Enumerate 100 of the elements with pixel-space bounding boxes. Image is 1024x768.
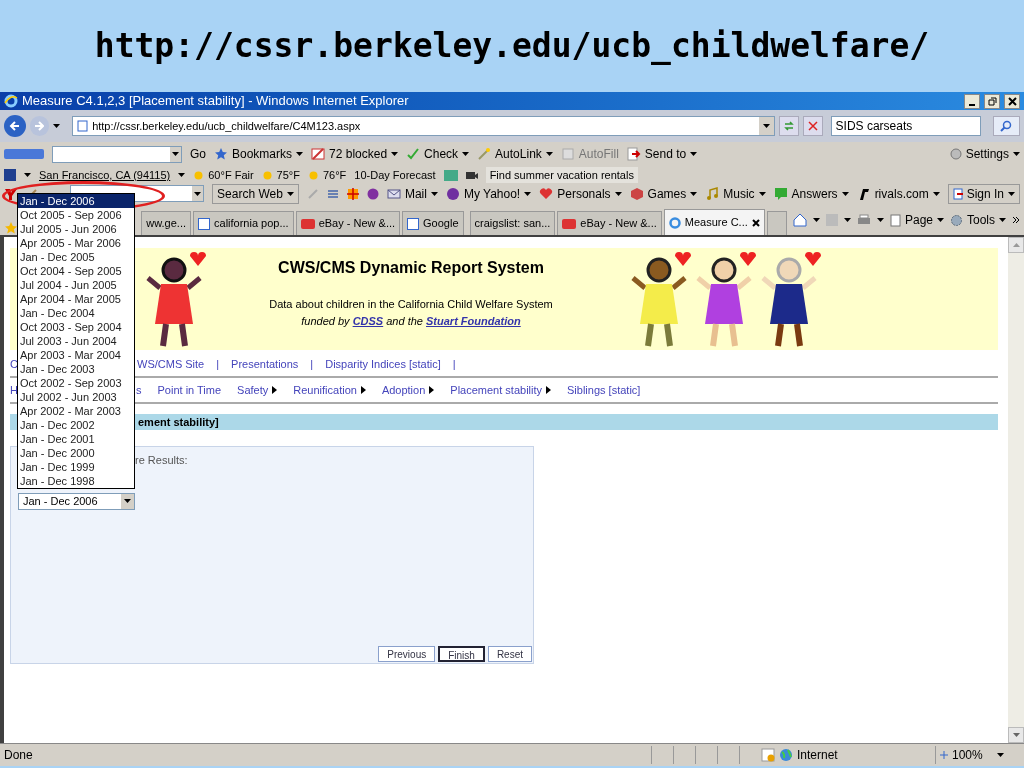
caret-icon xyxy=(690,152,698,156)
dropdown-option[interactable]: Oct 2003 - Sep 2004 xyxy=(18,320,134,334)
toolbar-button[interactable]: My Yahoo! xyxy=(445,184,532,203)
toolbar-button[interactable]: 72 blocked xyxy=(311,145,399,163)
scrollbar[interactable] xyxy=(1008,237,1024,743)
dropdown-option[interactable]: Jul 2004 - Jun 2005 xyxy=(18,278,134,292)
toolbar-button[interactable]: Personals xyxy=(539,184,622,203)
nav-link[interactable]: Placement stability xyxy=(450,381,552,399)
dropdown-option[interactable]: Apr 2004 - Mar 2005 xyxy=(18,292,134,306)
close-icon xyxy=(751,218,760,227)
speech-bubble-icon xyxy=(773,186,788,201)
promo-link[interactable]: Find summer vacation rentals xyxy=(485,166,638,184)
nav-link[interactable]: WS/CMS Site xyxy=(137,355,205,373)
toolbar-button[interactable]: Mail xyxy=(386,184,438,203)
toolbar-button[interactable]: Go xyxy=(190,145,206,163)
dropdown-option[interactable]: Jan - Dec 1998 xyxy=(18,474,134,488)
nav-link[interactable]: Point in Time xyxy=(157,381,222,399)
funder-link[interactable]: Stuart Foundation xyxy=(426,314,521,327)
dropdown-option[interactable]: Jan - Dec 2001 xyxy=(18,432,134,446)
stop-button[interactable] xyxy=(802,116,823,136)
browser-tab[interactable]: craigslist: san... xyxy=(469,211,556,235)
browser-tab[interactable]: eBay - New &... xyxy=(295,211,401,235)
door-icon xyxy=(952,187,963,200)
caret-icon xyxy=(690,191,698,196)
nav-link[interactable]: Siblings [static] xyxy=(567,381,641,399)
dropdown-option[interactable]: Jul 2002 - Jun 2003 xyxy=(18,390,134,404)
dropdown-option[interactable]: Apr 2003 - Mar 2004 xyxy=(18,348,134,362)
browser-tab[interactable]: eBay - New &... xyxy=(557,211,662,235)
zoom-button[interactable]: 100% xyxy=(935,746,997,764)
dropdown-option[interactable]: Jan - Dec 2000 xyxy=(18,446,134,460)
browser-tab[interactable]: ww.ge... xyxy=(141,211,192,235)
search-icon xyxy=(1000,120,1013,132)
dropdown-option[interactable]: Apr 2005 - Mar 2006 xyxy=(18,236,134,250)
dropdown-option[interactable]: Oct 2004 - Sep 2005 xyxy=(18,264,134,278)
nav-link[interactable]: s xyxy=(136,381,142,399)
close-icon xyxy=(1007,96,1017,106)
nav-link[interactable]: Adoption xyxy=(381,381,435,399)
command-button[interactable]: Tools xyxy=(950,211,1006,229)
browser-tab[interactable]: california pop... xyxy=(193,211,294,235)
nav-link[interactable]: Safety xyxy=(237,381,278,399)
nav-separator: | xyxy=(452,356,456,372)
weather-button[interactable]: 75°F xyxy=(261,166,300,184)
nav-link[interactable]: Disparity Indices [static] xyxy=(325,355,441,373)
caret-icon xyxy=(763,124,771,128)
toolbar-button[interactable]: Music xyxy=(705,184,766,203)
browser-tab[interactable]: Measure C... xyxy=(663,209,765,235)
heart-icon xyxy=(539,186,554,201)
nav-link[interactable]: Reunification xyxy=(293,381,366,399)
close-button[interactable] xyxy=(1004,93,1020,109)
dropdown-option[interactable]: Jul 2005 - Jun 2006 xyxy=(18,222,134,236)
toolbar-button[interactable]: Send to xyxy=(626,145,698,163)
toolbar-button[interactable]: rivals.com xyxy=(856,184,940,203)
browser-tab[interactable]: Google xyxy=(402,211,464,235)
nav-link[interactable]: Presentations xyxy=(231,355,299,373)
form-button[interactable]: Finish xyxy=(438,646,485,662)
settings-button[interactable]: Settings xyxy=(949,145,1020,163)
toolbar-button[interactable]: Answers xyxy=(773,184,849,203)
toolbar-button[interactable]: Check xyxy=(406,145,470,163)
caret-icon xyxy=(614,191,622,196)
dropdown-option[interactable]: Jan - Dec 1999 xyxy=(18,460,134,474)
search-web-button[interactable]: Search Web xyxy=(212,183,299,204)
weather-button[interactable]: 60°F Fair xyxy=(193,166,254,184)
dropdown-option[interactable]: Jan - Dec 2005 xyxy=(18,250,134,264)
weather-button[interactable]: 76°F xyxy=(307,166,347,184)
refresh-button[interactable] xyxy=(779,116,799,136)
caret-icon xyxy=(296,152,304,156)
dropdown-option[interactable]: Oct 2005 - Sep 2006 xyxy=(18,208,134,222)
caret-icon xyxy=(24,173,31,177)
funder-link[interactable]: CDSS xyxy=(352,314,384,327)
refresh-arrows-icon xyxy=(783,120,796,132)
dropdown-option[interactable]: Jan - Dec 2004 xyxy=(18,306,134,320)
command-button[interactable]: Page xyxy=(889,211,944,229)
search-field[interactable]: SIDS carseats xyxy=(830,116,981,136)
google-search-field[interactable] xyxy=(52,145,182,163)
address-field[interactable]: http://cssr.berkeley.edu/ucb_childwelfare/C4M123.aspx xyxy=(72,116,776,136)
dropdown-option[interactable]: Jan - Dec 2006 xyxy=(18,194,134,208)
close-icon xyxy=(807,121,818,131)
weather-button[interactable]: 10-Day Forecast xyxy=(354,166,436,184)
form-button[interactable]: Previous xyxy=(378,646,436,662)
location-link[interactable]: San Francisco, CA (94115) xyxy=(39,166,171,184)
minimize-button[interactable] xyxy=(964,93,980,109)
form-button[interactable]: Reset xyxy=(487,646,532,662)
toolbar-button[interactable]: Games xyxy=(629,184,698,203)
caret-icon xyxy=(172,152,179,156)
triangle-right-icon xyxy=(272,386,278,394)
dropdown-option[interactable]: Jan - Dec 2003 xyxy=(18,362,134,376)
toolbar-button[interactable]: Bookmarks xyxy=(214,145,304,163)
restore-button[interactable] xyxy=(984,93,1000,109)
search-button[interactable] xyxy=(992,116,1020,136)
printer-icon xyxy=(856,214,871,226)
period-select[interactable]: Jan - Dec 2006 xyxy=(18,492,135,510)
dropdown-option[interactable]: Oct 2002 - Sep 2003 xyxy=(18,376,134,390)
restore-icon xyxy=(987,96,997,106)
toolbar-button[interactable]: AutoLink xyxy=(477,145,553,163)
dropdown-option[interactable]: Apr 2002 - Mar 2003 xyxy=(18,404,134,418)
sign-in-button[interactable]: Sign In xyxy=(947,183,1020,204)
list-icon xyxy=(326,187,339,200)
back-button[interactable] xyxy=(4,115,26,137)
dropdown-option[interactable]: Jan - Dec 2002 xyxy=(18,418,134,432)
dropdown-option[interactable]: Jul 2003 - Jun 2004 xyxy=(18,334,134,348)
